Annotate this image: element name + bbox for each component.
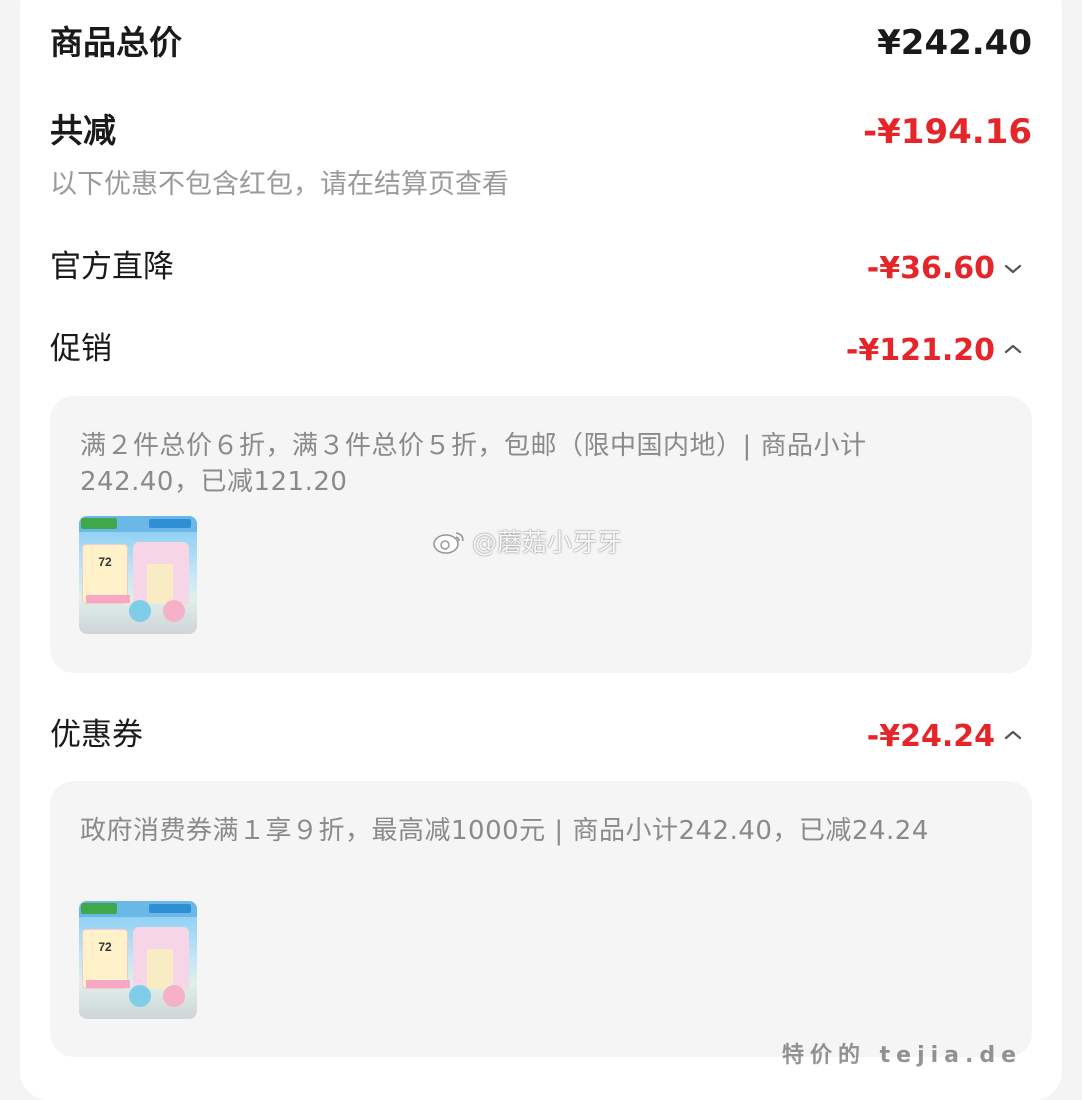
chevron-up-icon[interactable] [1002,342,1024,356]
official-discount-row[interactable]: 官方直降 -¥36.60 [20,236,1062,302]
product-thumbnail[interactable]: 72 [79,901,197,1019]
promotion-label: 促销 [50,331,112,367]
chevron-down-icon[interactable] [1002,262,1024,276]
weibo-icon [433,532,464,554]
site-watermark: 特价的 tejia.de [782,1043,1023,1068]
total-amount: ¥242.40 [877,23,1032,63]
coupon-label: 优惠券 [50,717,143,753]
discount-total-amount: -¥194.16 [863,112,1032,152]
discount-total-label: 共减 [50,111,116,150]
coupon-amount: -¥24.24 [866,719,995,754]
promotion-row[interactable]: 促销 -¥121.20 [20,318,1062,384]
weibo-watermark: @蘑菇小牙牙 [472,528,623,557]
thumbnail-price: 72 [98,940,112,954]
coupon-row[interactable]: 优惠券 -¥24.24 [20,704,1062,770]
promotion-detail-text: 满２件总价６折，满３件总价５折，包邮（限中国内地）| 商品小计242.40，已减… [80,431,867,497]
chevron-up-icon[interactable] [1002,728,1024,742]
official-discount-amount: -¥36.60 [866,251,995,286]
coupon-detail-text: 政府消费券满１享９折，最高减1000元 | 商品小计242.40，已减24.24 [80,816,929,846]
total-label: 商品总价 [50,23,182,62]
coupon-detail-panel: 政府消费券满１享９折，最高减1000元 | 商品小计242.40，已减24.24… [50,781,1032,1057]
discount-note: 以下优惠不包含红包，请在结算页查看 [50,169,509,200]
thumbnail-price: 72 [98,555,112,569]
official-discount-label: 官方直降 [50,249,174,285]
product-thumbnail[interactable]: 72 [79,516,197,634]
promotion-amount: -¥121.20 [845,333,995,368]
